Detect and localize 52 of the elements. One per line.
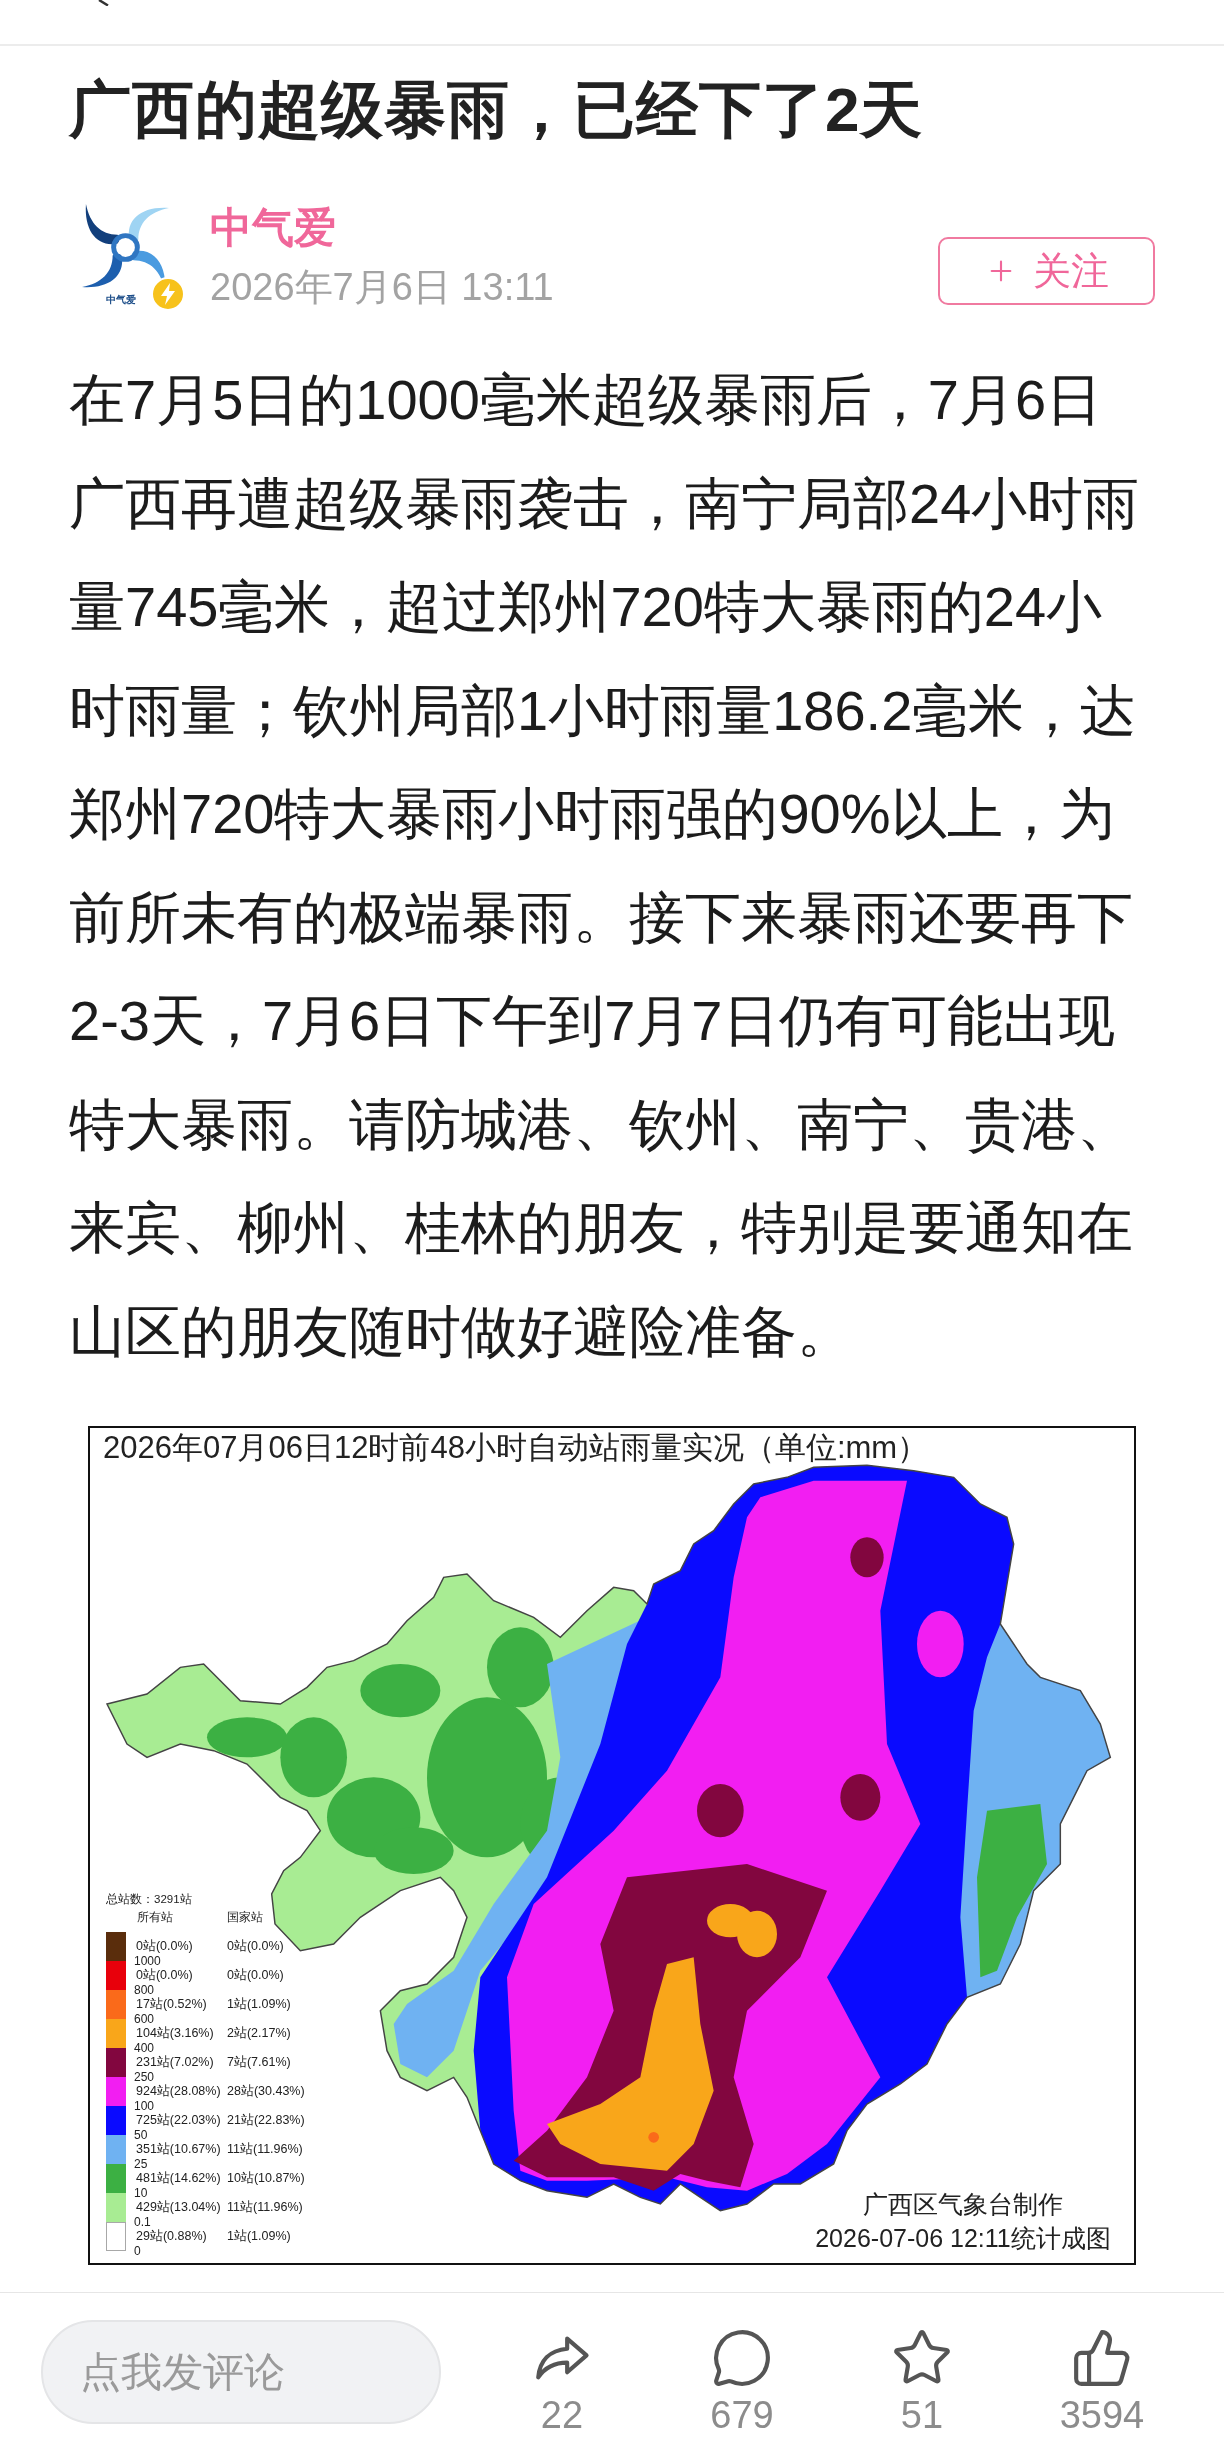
station-count: 104站(3.16%) (136, 2026, 214, 2040)
follow-button[interactable]: 关注 (938, 237, 1155, 305)
author-name[interactable]: 中气爱 (210, 203, 336, 253)
station-count: 11站(11.96%) (227, 2200, 303, 2214)
station-count: 28站(30.43%) (227, 2084, 305, 2098)
article-title: 广西的超级暴雨，已经下了2天 (69, 74, 924, 146)
threshold-label: 100 (134, 2098, 155, 2113)
map-credit: 2026-07-06 12:11统计成图 (815, 2224, 1111, 2252)
comment-button[interactable]: 679 (682, 2327, 802, 2435)
station-count: 0站(0.0%) (136, 1968, 193, 1982)
station-count: 0站(0.0%) (136, 1939, 193, 1953)
threshold-label: 0 (134, 2243, 141, 2258)
station-count: 481站(14.62%) (136, 2171, 221, 2185)
legend-column-heading: 国家站 (227, 1911, 263, 1923)
chevron-icon[interactable] (98, 0, 110, 6)
threshold-label: 0.1 (134, 2214, 151, 2229)
legend-column-heading: 所有站 (137, 1911, 173, 1923)
speech-bubble-icon (711, 2327, 773, 2389)
station-count: 351站(10.67%) (136, 2142, 221, 2156)
station-count: 10站(10.87%) (227, 2171, 305, 2185)
threshold-label: 1000 (134, 1953, 161, 1968)
logo-text: 中气爱 (106, 294, 136, 306)
map-title: 2026年07月06日12时前48小时自动站雨量实况（单位:mm） (102, 1429, 929, 1464)
station-count: 924站(28.08%) (136, 2084, 221, 2098)
favorite-button[interactable]: 51 (862, 2327, 982, 2435)
station-count: 11站(11.96%) (227, 2142, 303, 2156)
threshold-label: 250 (134, 2069, 155, 2084)
station-count: 231站(7.02%) (136, 2055, 214, 2069)
station-count: 7站(7.61%) (227, 2055, 291, 2069)
station-count: 1站(1.09%) (227, 1997, 291, 2011)
station-count: 2站(2.17%) (227, 2026, 291, 2040)
comment-input[interactable]: 点我发评论 (41, 2320, 441, 2424)
station-count: 429站(13.04%) (136, 2200, 221, 2214)
station-count: 725站(22.03%) (136, 2113, 221, 2127)
station-count: 1站(1.09%) (227, 2229, 291, 2243)
station-count: 0站(0.0%) (227, 1968, 284, 1982)
station-count: 0站(0.0%) (227, 1939, 284, 1953)
legend-total: 总站数：3291站 (106, 1893, 192, 1905)
station-count: 17站(0.52%) (136, 1997, 207, 2011)
article-paragraph: 在7月5日的1000毫米超级暴雨后，7月6日广西再遭超级暴雨袭击，南宁局部24小时雨量745毫米，超过郑州720特大暴雨的24小时雨量；钦州局部1小时雨量186.2毫米，达郑州720特大暴雨小时雨强的90%以上，为前所未有的极端暴雨。接下来暴雨还要再下2-3天，7月6日下午到7月7日仍有可能出现特大暴雨。请防城港、钦州、南宁、贵港、来宾、柳州、桂林的朋友，特别是要通知在山区的朋友随时做好避险准备。 (69, 367, 1141, 1365)
threshold-label: 50 (134, 2127, 148, 2142)
share-button[interactable]: 22 (502, 2327, 622, 2435)
map-credit: 广西区气象台制作 (863, 2190, 1063, 2218)
threshold-label: 800 (134, 1982, 155, 1997)
threshold-label: 600 (134, 2011, 155, 2026)
like-button[interactable]: 3594 (1042, 2327, 1162, 2435)
station-count: 21站(22.83%) (227, 2113, 305, 2127)
post-time: 2026年7月6日 13:11 (210, 265, 554, 310)
station-count: 29站(0.88%) (136, 2229, 207, 2243)
threshold-label: 400 (134, 2040, 155, 2055)
threshold-label: 10 (134, 2185, 148, 2200)
threshold-label: 25 (134, 2156, 148, 2171)
